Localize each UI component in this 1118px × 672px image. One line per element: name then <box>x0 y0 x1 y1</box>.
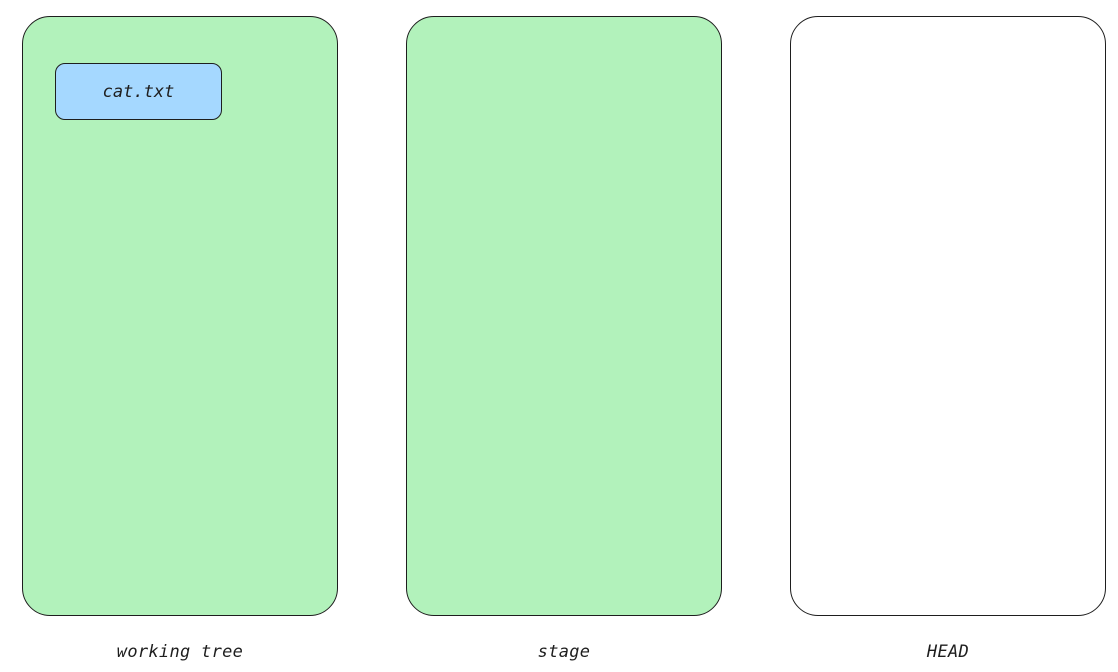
stage-area <box>406 16 722 616</box>
file-cat-txt[interactable]: cat.txt <box>55 63 222 120</box>
head-area <box>790 16 1106 616</box>
working-tree-label: working tree <box>116 642 244 662</box>
working-tree-area: cat.txt <box>22 16 338 616</box>
stage-label: stage <box>537 642 591 662</box>
head-label: HEAD <box>926 642 970 662</box>
